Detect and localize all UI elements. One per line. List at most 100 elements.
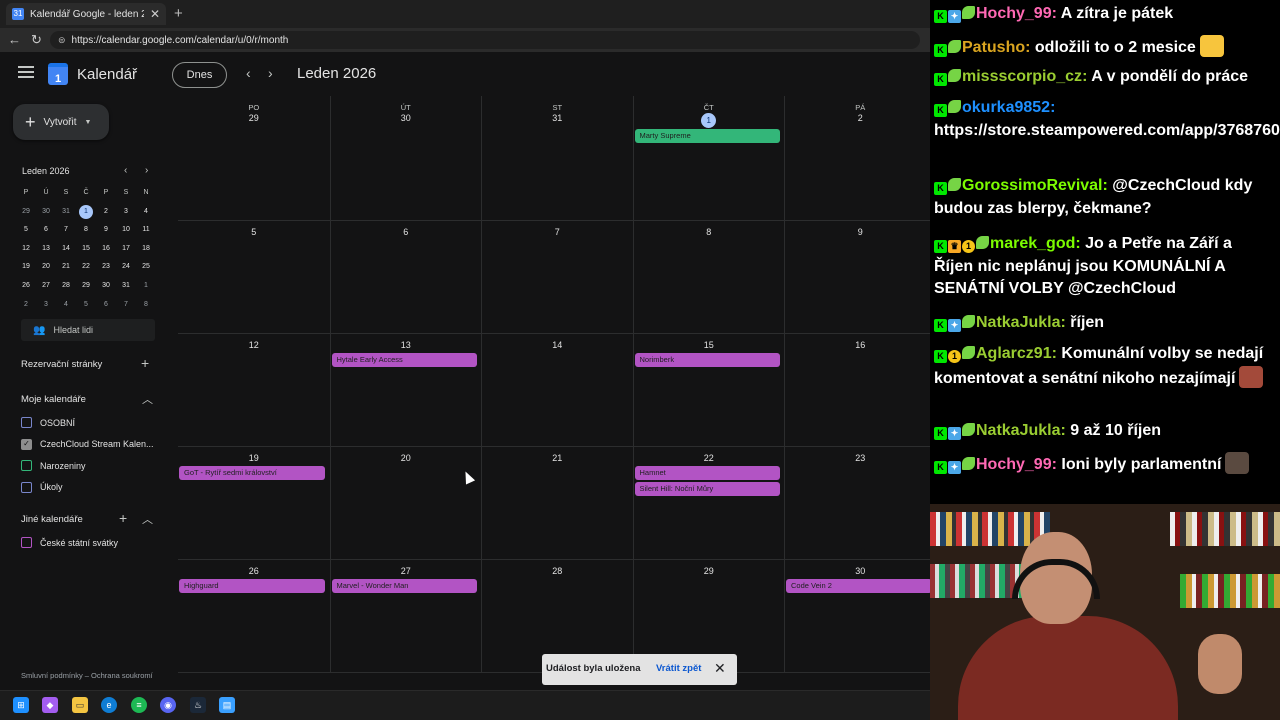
calendar-checkbox[interactable] [21, 481, 32, 493]
mini-day[interactable]: 3 [36, 296, 56, 315]
day-number[interactable]: 29 [634, 566, 785, 576]
day-cell[interactable]: 16 [784, 334, 936, 447]
discord-icon[interactable]: ◉ [160, 697, 176, 713]
mini-day[interactable]: 11 [136, 221, 156, 240]
mini-day[interactable]: 8 [76, 221, 96, 240]
url-field[interactable]: ⊜ https://calendar.google.com/calendar/u… [50, 31, 920, 49]
day-number[interactable]: 30 [331, 113, 482, 123]
day-number[interactable]: 30 [785, 566, 936, 576]
day-cell[interactable]: 19 GoT - Rytíř sedmi království [178, 447, 330, 560]
mini-day[interactable]: 7 [116, 296, 136, 315]
mini-day[interactable]: 6 [36, 221, 56, 240]
calendar-checkbox[interactable] [21, 417, 32, 428]
day-cell[interactable]: ST 31 [481, 96, 633, 221]
file-explorer-icon[interactable]: ▭ [72, 697, 88, 713]
mini-day[interactable]: 4 [56, 296, 76, 315]
day-cell[interactable]: 14 [481, 334, 633, 447]
day-cell[interactable]: 15 Norimberk [632, 334, 785, 447]
chat-username[interactable]: okurka9852 [962, 99, 1050, 116]
back-icon[interactable]: ← [8, 32, 21, 47]
day-cell[interactable]: 7 [481, 221, 633, 334]
day-cell[interactable]: PO 29 [178, 96, 330, 221]
day-cell[interactable]: 27 Marvel - Wonder Man [329, 560, 481, 673]
mini-next-icon[interactable]: › [145, 165, 148, 176]
day-cell[interactable]: 9 [784, 221, 936, 334]
create-button[interactable]: + Vytvořit ▼ [13, 104, 109, 140]
day-number[interactable]: 19 [178, 453, 330, 463]
browser-tab[interactable]: 31 Kalendář Google - leden 2026 ✕ [6, 3, 166, 25]
mini-day[interactable]: 31 [116, 277, 136, 296]
chevron-up-icon[interactable]: ︿ [142, 511, 153, 527]
mini-day[interactable]: 4 [136, 203, 156, 222]
day-cell[interactable]: PÁ 2 [784, 96, 936, 221]
chat-username[interactable]: marek_god [990, 235, 1075, 252]
event-chip[interactable]: Highguard [179, 579, 325, 593]
calendar-item[interactable]: Narozeniny [21, 460, 86, 471]
day-cell[interactable]: 12 [178, 334, 330, 447]
mini-day[interactable]: 21 [56, 258, 76, 277]
day-cell[interactable]: 23 [784, 447, 936, 560]
day-number[interactable]: 20 [331, 453, 482, 463]
today-button[interactable]: Dnes [172, 62, 227, 88]
day-number[interactable]: 23 [785, 453, 936, 463]
mini-day[interactable]: 7 [56, 221, 76, 240]
site-info-icon[interactable]: ⊜ [58, 35, 66, 46]
event-chip[interactable]: Code Vein 2 [786, 579, 932, 593]
mini-day[interactable]: 27 [36, 277, 56, 296]
calendar-checkbox[interactable] [21, 460, 32, 471]
chat-username[interactable]: NatkaJukla [976, 422, 1061, 439]
windows-start-icon[interactable]: ⊞ [13, 697, 29, 713]
day-number[interactable]: 28 [482, 566, 633, 576]
day-cell[interactable]: 13 Hytale Early Access [329, 334, 482, 447]
day-number[interactable]: 31 [482, 113, 633, 123]
copilot-icon[interactable]: ◆ [42, 697, 58, 713]
calendar-checkbox[interactable] [21, 537, 32, 548]
close-toast-icon[interactable]: ✕ [714, 660, 726, 677]
chat-username[interactable]: Hochy_99 [976, 5, 1052, 22]
day-number[interactable]: 22 [634, 453, 785, 463]
day-cell[interactable]: 30 Code Vein 2 [784, 560, 936, 673]
next-month-icon[interactable]: › [268, 65, 273, 81]
day-number[interactable]: 14 [482, 340, 633, 350]
day-number[interactable]: 13 [331, 340, 482, 350]
day-cell[interactable]: ÚT 30 [329, 96, 482, 221]
day-number[interactable]: 29 [178, 113, 330, 123]
chevron-up-icon[interactable]: ︿ [142, 391, 153, 407]
spotify-icon[interactable]: ≡ [131, 697, 147, 713]
day-cell[interactable]: 5 [178, 221, 330, 334]
mini-day[interactable]: 10 [116, 221, 136, 240]
chat-username[interactable]: NatkaJukla [976, 314, 1061, 331]
event-chip[interactable]: Norimberk [634, 353, 780, 367]
search-people-field[interactable]: 👥 Hledat lidi [21, 319, 155, 341]
day-cell[interactable]: 6 [329, 221, 481, 334]
mini-day[interactable]: 13 [36, 240, 56, 259]
previous-month-icon[interactable]: ‹ [246, 65, 251, 81]
mini-day[interactable]: 23 [96, 258, 116, 277]
day-number[interactable]: 21 [482, 453, 633, 463]
day-number[interactable]: 7 [482, 227, 633, 237]
other-calendars-heading[interactable]: Jiné kalendáře [21, 514, 83, 525]
steam-icon[interactable]: ♨ [190, 697, 206, 713]
calendar-item[interactable]: Úkoly [21, 481, 63, 493]
day-cell[interactable]: 21 [481, 447, 633, 560]
mini-day[interactable]: 20 [36, 258, 56, 277]
day-number[interactable]: 2 [785, 113, 936, 123]
mini-day[interactable]: 24 [116, 258, 136, 277]
reload-icon[interactable]: ↻ [31, 32, 42, 48]
event-chip[interactable]: Hytale Early Access [331, 353, 477, 367]
mini-day[interactable]: 3 [116, 203, 136, 222]
day-number[interactable]: 15 [634, 340, 785, 350]
mini-day[interactable]: 12 [16, 240, 36, 259]
mini-day[interactable]: 1 [136, 277, 156, 296]
mini-day[interactable]: 29 [16, 203, 36, 222]
mini-day[interactable]: 29 [76, 277, 96, 296]
mini-day[interactable]: 6 [96, 296, 116, 315]
event-chip[interactable]: GoT - Rytíř sedmi království [179, 466, 325, 480]
calendar-item[interactable]: České státní svátky [21, 537, 118, 548]
close-tab-icon[interactable]: ✕ [150, 7, 160, 21]
day-number[interactable]: 8 [634, 227, 785, 237]
day-number[interactable]: 16 [785, 340, 936, 350]
mini-day[interactable]: 17 [116, 240, 136, 259]
event-chip[interactable]: Marvel - Wonder Man [331, 579, 477, 593]
mini-day[interactable]: 5 [16, 221, 36, 240]
